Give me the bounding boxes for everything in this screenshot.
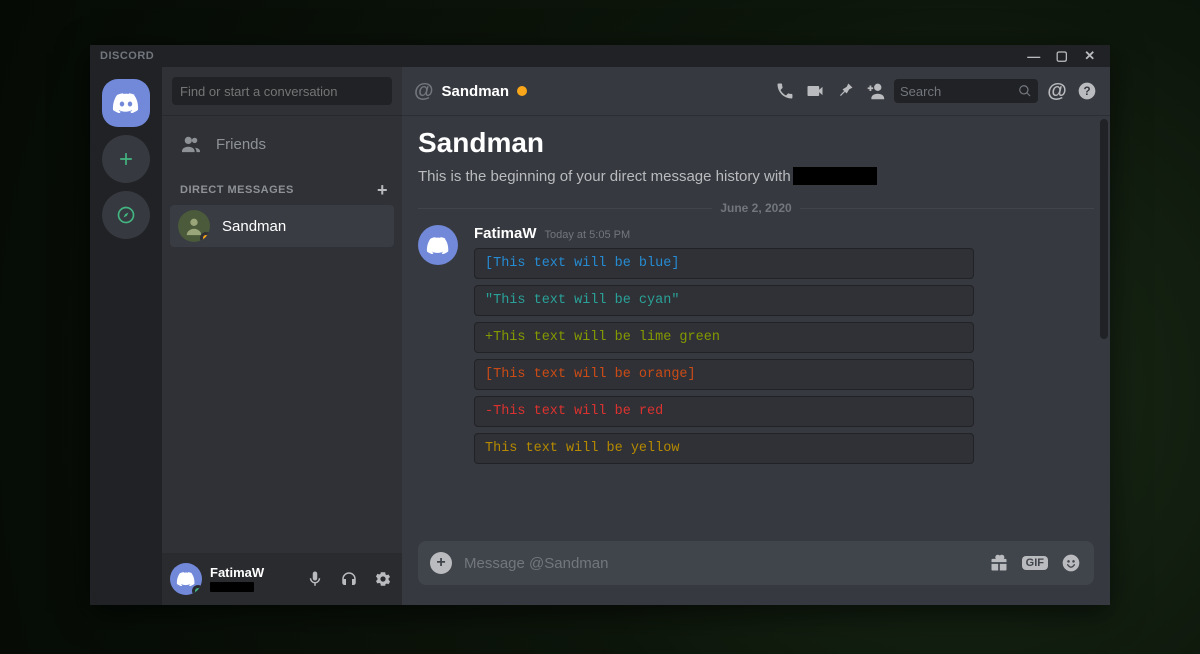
emoji-icon xyxy=(1061,553,1081,573)
add-server-button[interactable] xyxy=(102,135,150,183)
welcome-text: This is the beginning of your direct mes… xyxy=(418,168,791,185)
gear-icon xyxy=(374,570,392,588)
at-icon: @ xyxy=(414,80,434,103)
dm-section-header: Direct Messages + xyxy=(162,167,402,203)
code-block: This text will be yellow xyxy=(474,433,974,464)
chat-area: @ Sandman Search @ ? Sandman xyxy=(402,67,1110,605)
self-avatar[interactable] xyxy=(170,563,202,595)
conversation-search-container xyxy=(162,67,402,115)
dm-sidebar: Friends Direct Messages + Sandman xyxy=(162,67,402,605)
discord-window: DISCORD — ▢ ✕ Friends xyxy=(90,45,1110,605)
gift-icon xyxy=(989,553,1009,573)
search-icon xyxy=(1018,84,1032,98)
code-block: -This text will be red xyxy=(474,396,974,427)
help-button[interactable]: ? xyxy=(1076,80,1098,102)
chat-scrollbar[interactable] xyxy=(1100,119,1108,535)
message-avatar[interactable] xyxy=(418,225,458,265)
code-text: This text will be yellow xyxy=(485,441,679,456)
title-bar: DISCORD — ▢ ✕ xyxy=(90,45,1110,67)
channel-name: Sandman xyxy=(442,83,510,100)
help-icon: ? xyxy=(1077,81,1097,101)
conversation-search-input[interactable] xyxy=(172,77,392,105)
explore-servers-button[interactable] xyxy=(102,191,150,239)
dm-item-sandman[interactable]: Sandman xyxy=(170,205,394,247)
code-text: [This text will be orange] xyxy=(485,367,696,382)
phone-icon xyxy=(775,81,795,101)
server-list xyxy=(90,67,162,605)
status-idle-icon xyxy=(517,86,527,96)
self-name-block: FatimaW xyxy=(210,566,296,592)
code-text: "This text will be cyan" xyxy=(485,293,679,308)
dm-section-label: Direct Messages xyxy=(180,184,294,196)
self-discriminator-redacted xyxy=(210,582,254,592)
add-user-icon xyxy=(864,80,886,102)
video-icon xyxy=(805,81,825,101)
plus-icon xyxy=(116,149,136,169)
code-block: [This text will be orange] xyxy=(474,359,974,390)
headphones-icon xyxy=(340,570,358,588)
friends-tab[interactable]: Friends xyxy=(170,123,394,165)
start-video-call-button[interactable] xyxy=(804,80,826,102)
code-block: +This text will be lime green xyxy=(474,322,974,353)
message-author[interactable]: FatimaW xyxy=(474,225,537,242)
friends-label: Friends xyxy=(216,136,266,153)
message: FatimaW Today at 5:05 PM [This text will… xyxy=(418,225,1094,464)
code-text: -This text will be red xyxy=(485,404,663,419)
window-controls: — ▢ ✕ xyxy=(1020,45,1104,67)
avatar xyxy=(178,210,210,242)
minimize-button[interactable]: — xyxy=(1020,45,1048,67)
friends-icon xyxy=(180,135,202,153)
self-username: FatimaW xyxy=(210,566,296,580)
divider-date: June 2, 2020 xyxy=(720,201,791,215)
pinned-messages-button[interactable] xyxy=(834,80,856,102)
welcome-title: Sandman xyxy=(418,127,1094,159)
home-button[interactable] xyxy=(102,79,150,127)
deafen-button[interactable] xyxy=(338,568,360,590)
user-settings-button[interactable] xyxy=(372,568,394,590)
mentions-inbox-button[interactable]: @ xyxy=(1046,80,1068,102)
message-list[interactable]: Sandman This is the beginning of your di… xyxy=(402,115,1110,541)
svg-text:?: ? xyxy=(1083,85,1090,98)
attach-button[interactable]: + xyxy=(430,552,452,574)
message-composer[interactable]: + Message @Sandman GIF xyxy=(418,541,1094,585)
chat-header: @ Sandman Search @ ? xyxy=(402,67,1110,115)
compass-icon xyxy=(116,205,136,225)
pin-icon xyxy=(835,81,855,101)
mute-button[interactable] xyxy=(304,568,326,590)
discord-logo-icon xyxy=(426,237,450,254)
start-voice-call-button[interactable] xyxy=(774,80,796,102)
code-block: [This text will be blue] xyxy=(474,248,974,279)
composer-placeholder: Message @Sandman xyxy=(464,555,976,572)
message-timestamp: Today at 5:05 PM xyxy=(545,229,631,241)
close-button[interactable]: ✕ xyxy=(1076,45,1104,67)
redacted-name xyxy=(793,167,877,185)
discord-logo-icon xyxy=(176,572,196,586)
dm-welcome: Sandman This is the beginning of your di… xyxy=(418,127,1094,185)
code-text: [This text will be blue] xyxy=(485,256,679,271)
emoji-button[interactable] xyxy=(1060,552,1082,574)
chat-search-input[interactable]: Search xyxy=(894,79,1038,103)
discord-logo-icon xyxy=(112,93,140,113)
status-idle-icon xyxy=(200,232,210,242)
code-text: +This text will be lime green xyxy=(485,330,720,345)
app-wordmark: DISCORD xyxy=(96,50,154,62)
status-online-icon xyxy=(192,585,202,595)
add-friends-to-dm-button[interactable] xyxy=(864,80,886,102)
create-dm-button[interactable]: + xyxy=(377,181,388,199)
gif-button[interactable]: GIF xyxy=(1022,556,1048,570)
user-panel: FatimaW xyxy=(162,553,402,605)
microphone-icon xyxy=(306,570,324,588)
dm-item-label: Sandman xyxy=(222,218,286,235)
gift-button[interactable] xyxy=(988,552,1010,574)
date-divider: June 2, 2020 xyxy=(418,201,1094,215)
chat-search-placeholder: Search xyxy=(900,84,941,99)
code-block: "This text will be cyan" xyxy=(474,285,974,316)
scrollbar-thumb[interactable] xyxy=(1100,119,1108,339)
maximize-button[interactable]: ▢ xyxy=(1048,45,1076,67)
